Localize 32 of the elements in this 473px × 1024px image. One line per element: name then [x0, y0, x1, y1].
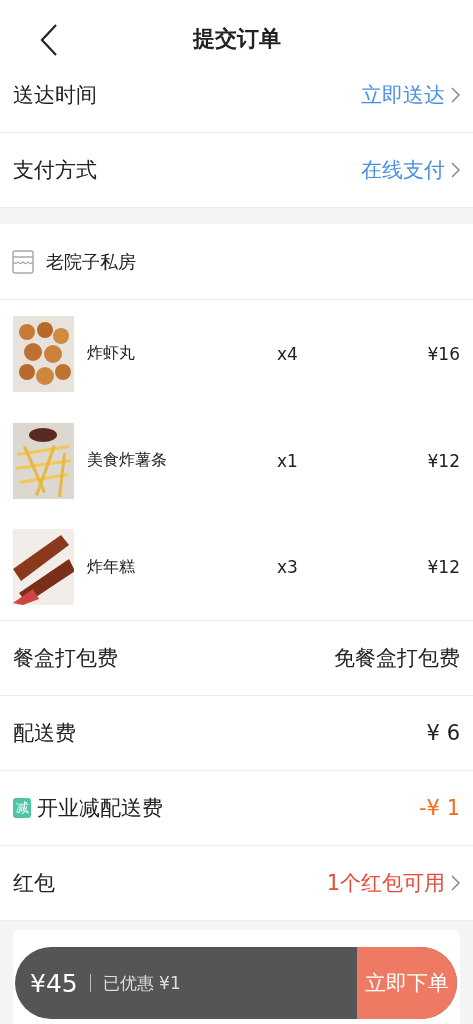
charge-label: 餐盒打包费 — [13, 645, 118, 672]
chevron-icon — [451, 162, 460, 178]
option-label: 送达时间 — [13, 82, 97, 109]
item-name: 炸年糕 — [87, 556, 136, 578]
charge-value: 免餐盒打包费 — [334, 645, 460, 672]
chevron-icon — [451, 875, 460, 891]
shop-icon — [12, 249, 34, 274]
back-icon[interactable] — [40, 24, 58, 56]
item-quantity: x4 — [277, 343, 299, 364]
charge-value: 1个红包可用 — [326, 870, 445, 897]
option-row[interactable]: 送达时间 立即送达 — [0, 58, 473, 133]
page-title: 提交订单 — [192, 25, 281, 53]
item-price: ¥12 — [427, 450, 460, 471]
option-value: 立即送达 — [361, 82, 445, 109]
charge-label: 配送费 — [13, 720, 76, 747]
total-price: ¥45 — [30, 968, 78, 998]
item-quantity: x1 — [277, 450, 299, 471]
charge-value: ¥ 6 — [426, 721, 460, 745]
option-label: 支付方式 — [13, 157, 97, 184]
discount-badge: 减 — [13, 798, 31, 818]
charge-value: -¥ 1 — [419, 796, 460, 820]
item-name: 炸虾丸 — [87, 343, 136, 364]
chevron-icon — [451, 87, 460, 103]
item-price: ¥12 — [427, 557, 460, 577]
option-value: 在线支付 — [361, 157, 445, 184]
shop-name: 老院子私房 — [46, 249, 136, 274]
discount-text: 已优惠 ¥1 — [102, 971, 181, 995]
charge-label: 红包 — [13, 870, 55, 897]
item-quantity: x3 — [277, 557, 299, 577]
item-name: 美食炸薯条 — [87, 450, 168, 471]
item-price: ¥16 — [427, 343, 460, 364]
charge-label: 开业减配送费 — [37, 795, 163, 822]
